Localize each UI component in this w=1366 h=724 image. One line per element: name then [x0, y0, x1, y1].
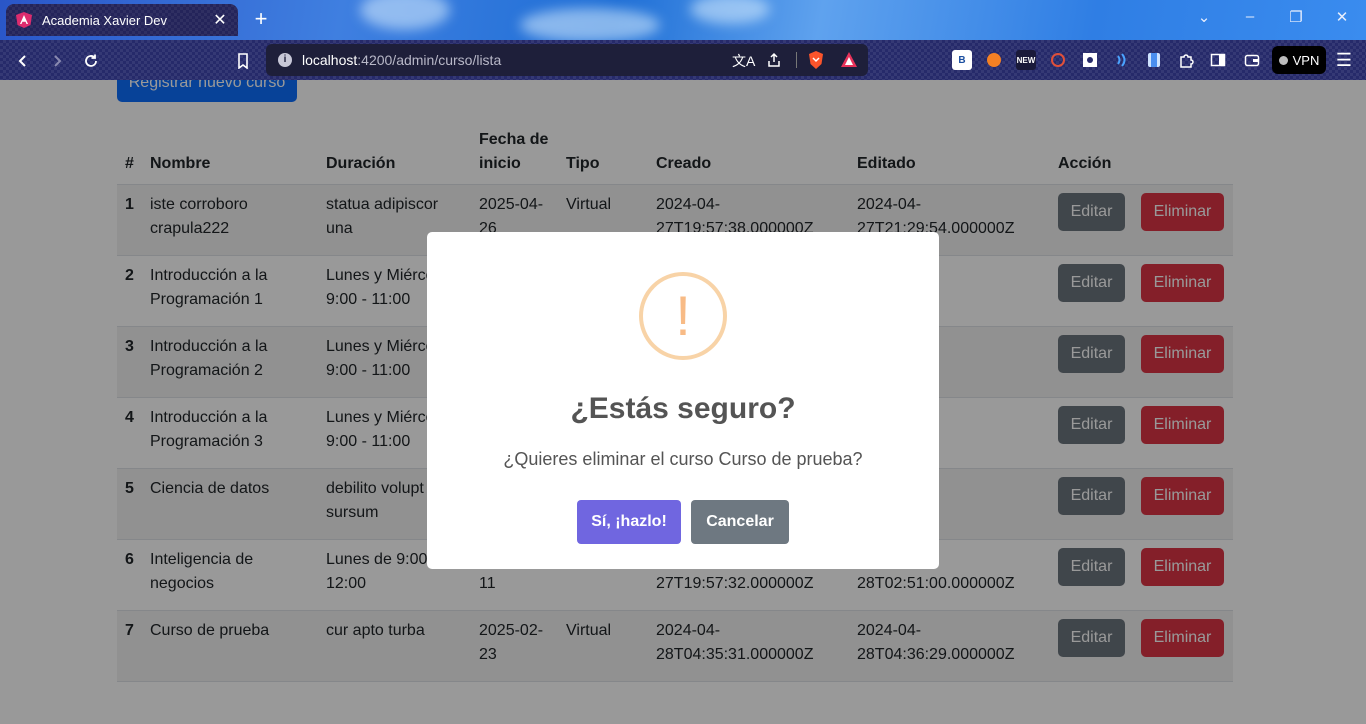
- arrow-left-icon: [18, 55, 26, 67]
- dialog-message: ¿Quieres eliminar el curso Curso de prue…: [503, 449, 863, 469]
- restore-button[interactable]: ❐: [1284, 8, 1308, 26]
- arrow-right-icon: [54, 55, 62, 67]
- bookmark-icon: [238, 53, 248, 69]
- dialog-title: ¿Estás seguro?: [570, 392, 796, 425]
- tab-search-chevron-icon[interactable]: ⌄: [1192, 8, 1216, 26]
- cancel-button[interactable]: Cancelar: [691, 500, 789, 544]
- new-tab-button[interactable]: +: [250, 8, 272, 31]
- extension-openai-icon[interactable]: [1048, 50, 1068, 70]
- menu-hamburger-icon[interactable]: ☰: [1334, 50, 1354, 70]
- delete-confirm-dialog: ! ¿Estás seguro? ¿Quieres eliminar el cu…: [427, 232, 939, 569]
- browser-title-bar: Academia Xavier Dev ✕ + ⌄ – ❐ ✕: [0, 0, 1366, 40]
- tab-title: Academia Xavier Dev: [42, 12, 167, 28]
- brave-shields-icon[interactable]: [807, 50, 825, 70]
- wallpaper-splash: [520, 8, 660, 40]
- minimize-button[interactable]: –: [1238, 8, 1262, 25]
- vpn-label: VPN: [1292, 52, 1320, 68]
- wallpaper-splash: [360, 0, 450, 30]
- brave-rewards-icon[interactable]: [840, 51, 858, 69]
- wallet-icon[interactable]: [1242, 50, 1262, 70]
- url-path: :4200/admin/curso/lista: [357, 52, 502, 68]
- warning-icon: !: [639, 272, 727, 360]
- translate-icon[interactable]: 文A: [732, 51, 755, 71]
- browser-tab-active[interactable]: Academia Xavier Dev ✕: [6, 4, 238, 36]
- browser-toolbar: i localhost:4200/admin/curso/lista 文A B …: [0, 40, 1366, 80]
- url-host: localhost: [302, 52, 358, 68]
- vpn-button[interactable]: VPN: [1272, 46, 1326, 74]
- extension-fox-icon[interactable]: [984, 50, 1004, 70]
- confirm-delete-button[interactable]: Sí, ¡hazlo!: [577, 500, 681, 544]
- close-window-button[interactable]: ✕: [1330, 8, 1354, 26]
- angular-favicon-icon: [16, 12, 32, 28]
- forward-button[interactable]: [46, 50, 68, 72]
- extension-wave-icon[interactable]: [1112, 50, 1132, 70]
- share-icon[interactable]: [766, 52, 782, 68]
- extension-b-icon[interactable]: B: [952, 50, 972, 70]
- reload-button[interactable]: [80, 50, 102, 72]
- reload-icon: [85, 54, 97, 67]
- extensions-puzzle-icon[interactable]: [1176, 50, 1196, 70]
- sidebar-toggle-icon[interactable]: [1208, 50, 1228, 70]
- extension-screenshot-icon[interactable]: [1080, 50, 1100, 70]
- address-bar[interactable]: i localhost:4200/admin/curso/lista 文A: [266, 44, 868, 76]
- address-divider: [796, 52, 797, 68]
- extension-new-icon[interactable]: NEW: [1016, 50, 1036, 70]
- site-info-icon[interactable]: i: [278, 53, 292, 67]
- tab-close-icon[interactable]: ✕: [212, 10, 228, 30]
- bookmark-button[interactable]: [232, 50, 254, 72]
- back-button[interactable]: [12, 50, 34, 72]
- wallpaper-splash: [690, 0, 770, 24]
- extension-doc-icon[interactable]: [1144, 50, 1164, 70]
- vpn-status-dot: [1278, 55, 1288, 65]
